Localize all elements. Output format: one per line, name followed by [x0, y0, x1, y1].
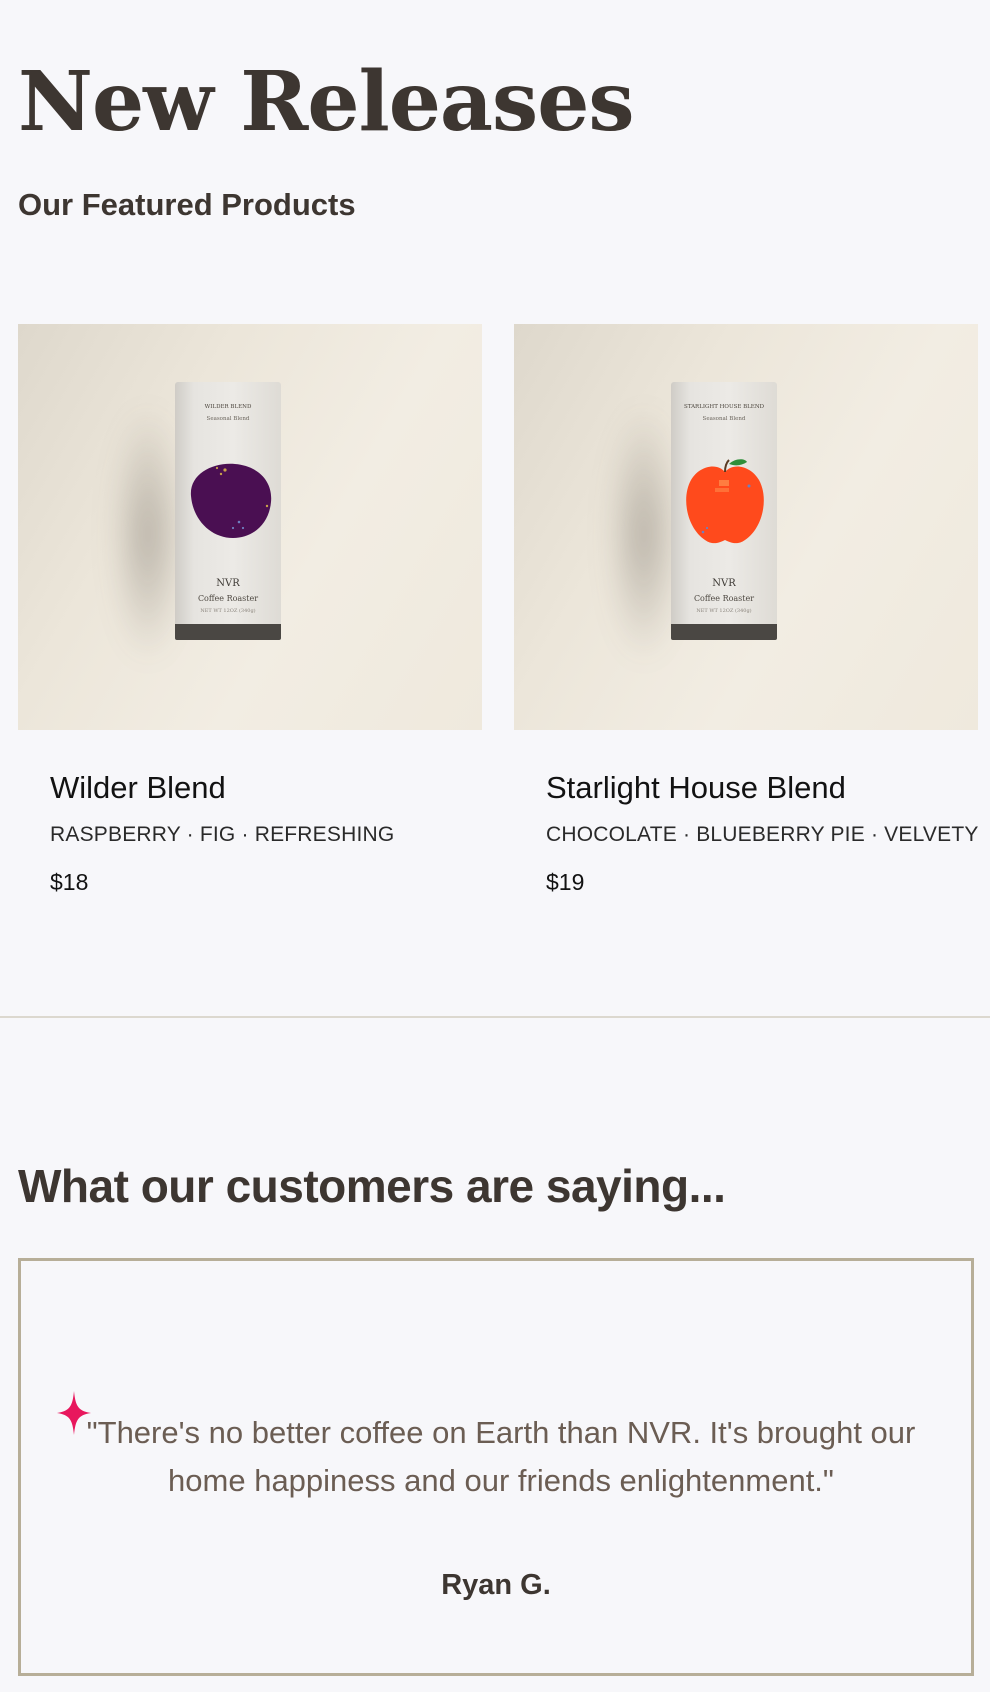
- testimonial-quote: "There's no better coffee on Earth than …: [86, 1415, 916, 1498]
- testimonial-author: Ryan G.: [441, 1569, 551, 1601]
- bag-kind: Seasonal Blend: [206, 416, 250, 422]
- bag-roaster: Coffee Roaster: [197, 594, 259, 603]
- bag-kind: Seasonal Blend: [702, 416, 746, 422]
- bag-weight: NET WT 12OZ (340g): [696, 608, 752, 614]
- coffee-bag-image: STARLIGHT HOUSE BLEND Seasonal Blend NVR…: [671, 382, 777, 640]
- page-subtitle: Our Featured Products: [18, 187, 356, 222]
- apple-illustration: [686, 459, 764, 544]
- bag-label: WILDER BLEND: [204, 404, 252, 410]
- bag-weight: NET WT 12OZ (340g): [200, 608, 256, 614]
- bag-base: [175, 624, 281, 640]
- plum-illustration: [190, 463, 272, 538]
- product-card-wilder-blend[interactable]: WILDER BLEND Seasonal Blend NVR Coffee R…: [18, 324, 482, 896]
- product-image[interactable]: STARLIGHT HOUSE BLEND Seasonal Blend NVR…: [514, 324, 978, 730]
- testimonial-card: "There's no better coffee on Earth than …: [18, 1258, 974, 1676]
- bag-label: STARLIGHT HOUSE BLEND: [683, 404, 765, 410]
- testimonials-heading: What our customers are saying...: [18, 1160, 726, 1212]
- coffee-bag-image: WILDER BLEND Seasonal Blend NVR Coffee R…: [175, 382, 281, 640]
- section-divider: [0, 1016, 990, 1018]
- product-name[interactable]: Starlight House Blend: [546, 770, 978, 806]
- bag-roaster: Coffee Roaster: [693, 594, 755, 603]
- product-card-starlight-house-blend[interactable]: STARLIGHT HOUSE BLEND Seasonal Blend NVR…: [514, 324, 978, 896]
- product-price: $18: [50, 869, 89, 895]
- product-tasting-notes: CHOCOLATE · BLUEBERRY PIE · VELVETY: [546, 823, 979, 846]
- product-image[interactable]: WILDER BLEND Seasonal Blend NVR Coffee R…: [18, 324, 482, 730]
- bag-brand: NVR: [216, 578, 240, 589]
- bag-base: [671, 624, 777, 640]
- product-tasting-notes: RASPBERRY · FIG · REFRESHING: [50, 823, 395, 846]
- product-price: $19: [546, 869, 585, 895]
- product-name[interactable]: Wilder Blend: [50, 770, 482, 806]
- page-title: New Releases: [18, 54, 635, 150]
- bag-brand: NVR: [712, 578, 736, 589]
